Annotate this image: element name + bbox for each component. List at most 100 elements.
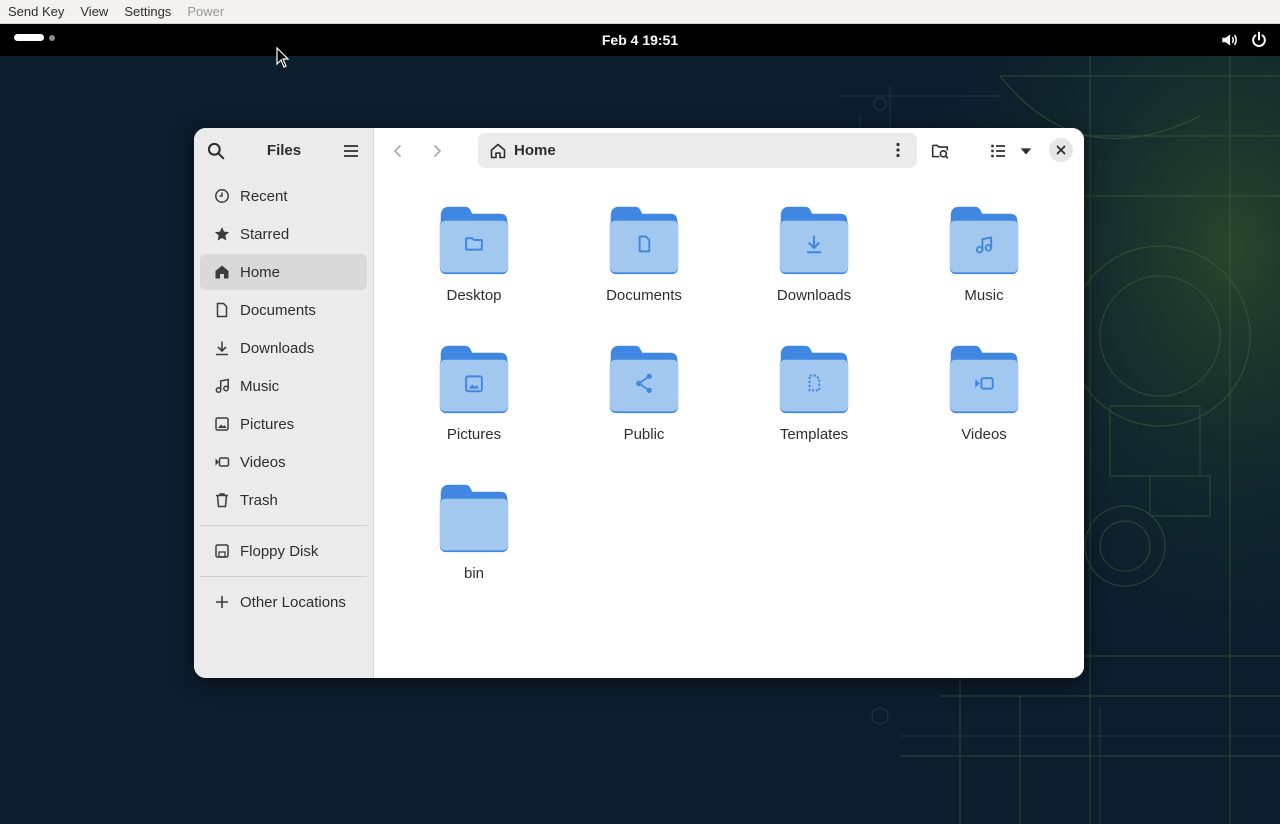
sidebar-devices: Floppy Disk [194, 533, 373, 569]
sidebar-item-label: Pictures [240, 415, 295, 433]
folder-icon [439, 484, 509, 553]
folder-name: bin [463, 565, 485, 582]
sidebar-divider [200, 525, 367, 526]
current-location[interactable]: Home [514, 142, 556, 159]
sidebar-item-label: Floppy Disk [240, 542, 319, 560]
sidebar-item-recent[interactable]: Recent [200, 178, 367, 214]
folder-item[interactable]: Pictures [404, 313, 544, 443]
vm-menu-send-key[interactable]: Send Key [0, 0, 72, 24]
sidebar-item-label: Recent [240, 187, 288, 205]
sidebar-divider [200, 576, 367, 577]
workspace-active-indicator [14, 34, 44, 41]
video-icon [215, 457, 230, 467]
folder-name: Videos [961, 426, 1007, 443]
folder-item[interactable]: bin [404, 452, 544, 582]
sidebar-places: Recent Starred Home Documents Downloads … [194, 178, 373, 518]
chevron-down-icon [1020, 148, 1032, 155]
main-menu-button[interactable] [337, 137, 365, 165]
clock[interactable]: Feb 4 19:51 [0, 24, 1280, 56]
gnome-top-bar: Feb 4 19:51 [0, 24, 1280, 56]
folder-icon [439, 206, 509, 275]
sidebar-item-videos[interactable]: Videos [200, 444, 367, 480]
list-view-icon [991, 144, 1005, 158]
header-bar: Home [374, 128, 1084, 174]
vm-menu-power: Power [187, 3, 225, 19]
close-icon [1056, 145, 1066, 155]
sidebar-item-label: Other Locations [240, 593, 346, 611]
list-view-button[interactable] [984, 137, 1012, 165]
music-icon [215, 378, 229, 393]
activities-button[interactable] [14, 34, 55, 41]
folder-item[interactable]: Templates [744, 313, 884, 443]
path-bar[interactable]: Home [478, 133, 917, 168]
clock-icon [215, 189, 229, 203]
location-menu-button[interactable] [885, 137, 911, 163]
folder-item[interactable]: Public [574, 313, 714, 443]
sidebar-item-label: Downloads [240, 339, 315, 357]
folder-icon [949, 345, 1019, 414]
folder-icon [779, 206, 849, 275]
floppy-icon [215, 544, 229, 558]
download-icon [216, 341, 228, 356]
hamburger-menu-icon [344, 145, 358, 157]
sidebar-item-music[interactable]: Music [200, 368, 367, 404]
folder-icon [779, 345, 849, 414]
sidebar-item-floppy-disk[interactable]: Floppy Disk [200, 533, 367, 569]
folder-icon [949, 206, 1019, 275]
document-icon [216, 302, 228, 318]
workspace-indicator [49, 34, 55, 41]
sidebar-item-downloads[interactable]: Downloads [200, 330, 367, 366]
sidebar-other: Other Locations [194, 584, 373, 620]
folder-name: Documents [606, 287, 682, 304]
vm-menu-view[interactable]: View [72, 0, 116, 24]
sidebar-item-label: Music [240, 377, 280, 395]
sidebar-item-label: Trash [240, 491, 278, 509]
picture-icon [215, 417, 229, 431]
search-in-folder-button[interactable] [926, 137, 954, 165]
power-icon[interactable] [1250, 31, 1268, 49]
plus-icon [216, 596, 228, 608]
folder-item[interactable]: Music [914, 174, 1054, 304]
chevron-left-icon [393, 144, 402, 158]
folder-icon [439, 345, 509, 414]
folder-icon [609, 345, 679, 414]
main-content: Home Desktop Documents Downloads Music Pictu… [374, 128, 1084, 678]
folder-search-icon [931, 144, 949, 159]
vm-menu-settings[interactable]: Settings [116, 0, 179, 24]
folder-item[interactable]: Downloads [744, 174, 884, 304]
system-tray[interactable] [1220, 31, 1268, 49]
sidebar-item-pictures[interactable]: Pictures [200, 406, 367, 442]
files-window: Files Recent Starred Home Documents Down… [194, 128, 1084, 678]
sidebar-item-documents[interactable]: Documents [200, 292, 367, 328]
close-button[interactable] [1049, 138, 1073, 162]
sidebar-item-starred[interactable]: Starred [200, 216, 367, 252]
vm-menubar: Send Key View Settings Power [0, 0, 1280, 24]
folder-grid: Desktop Documents Downloads Music Pictures Pu… [374, 174, 1084, 678]
forward-button[interactable] [423, 137, 451, 165]
chevron-right-icon [433, 144, 442, 158]
view-options-button[interactable] [1012, 137, 1040, 165]
star-icon [214, 227, 230, 241]
folder-name: Desktop [446, 287, 502, 304]
back-button[interactable] [384, 137, 412, 165]
home-icon [215, 265, 229, 279]
folder-item[interactable]: Documents [574, 174, 714, 304]
folder-name: Downloads [776, 287, 852, 304]
sidebar-item-label: Documents [240, 301, 316, 319]
sidebar-item-label: Videos [240, 453, 286, 471]
trash-icon [216, 493, 228, 508]
volume-icon[interactable] [1220, 31, 1238, 49]
sidebar-item-trash[interactable]: Trash [200, 482, 367, 518]
folder-icon [609, 206, 679, 275]
sidebar-item-label: Home [240, 263, 281, 281]
folder-item[interactable]: Desktop [404, 174, 544, 304]
folder-name: Templates [779, 426, 849, 443]
mouse-cursor-icon [276, 46, 290, 74]
folder-name: Public [623, 426, 665, 443]
vertical-ellipsis-icon [896, 142, 900, 158]
sidebar-item-home[interactable]: Home [200, 254, 367, 290]
folder-item[interactable]: Videos [914, 313, 1054, 443]
sidebar-item-other-locations[interactable]: Other Locations [200, 584, 367, 620]
sidebar: Files Recent Starred Home Documents Down… [194, 128, 374, 678]
sidebar-item-label: Starred [240, 225, 290, 243]
